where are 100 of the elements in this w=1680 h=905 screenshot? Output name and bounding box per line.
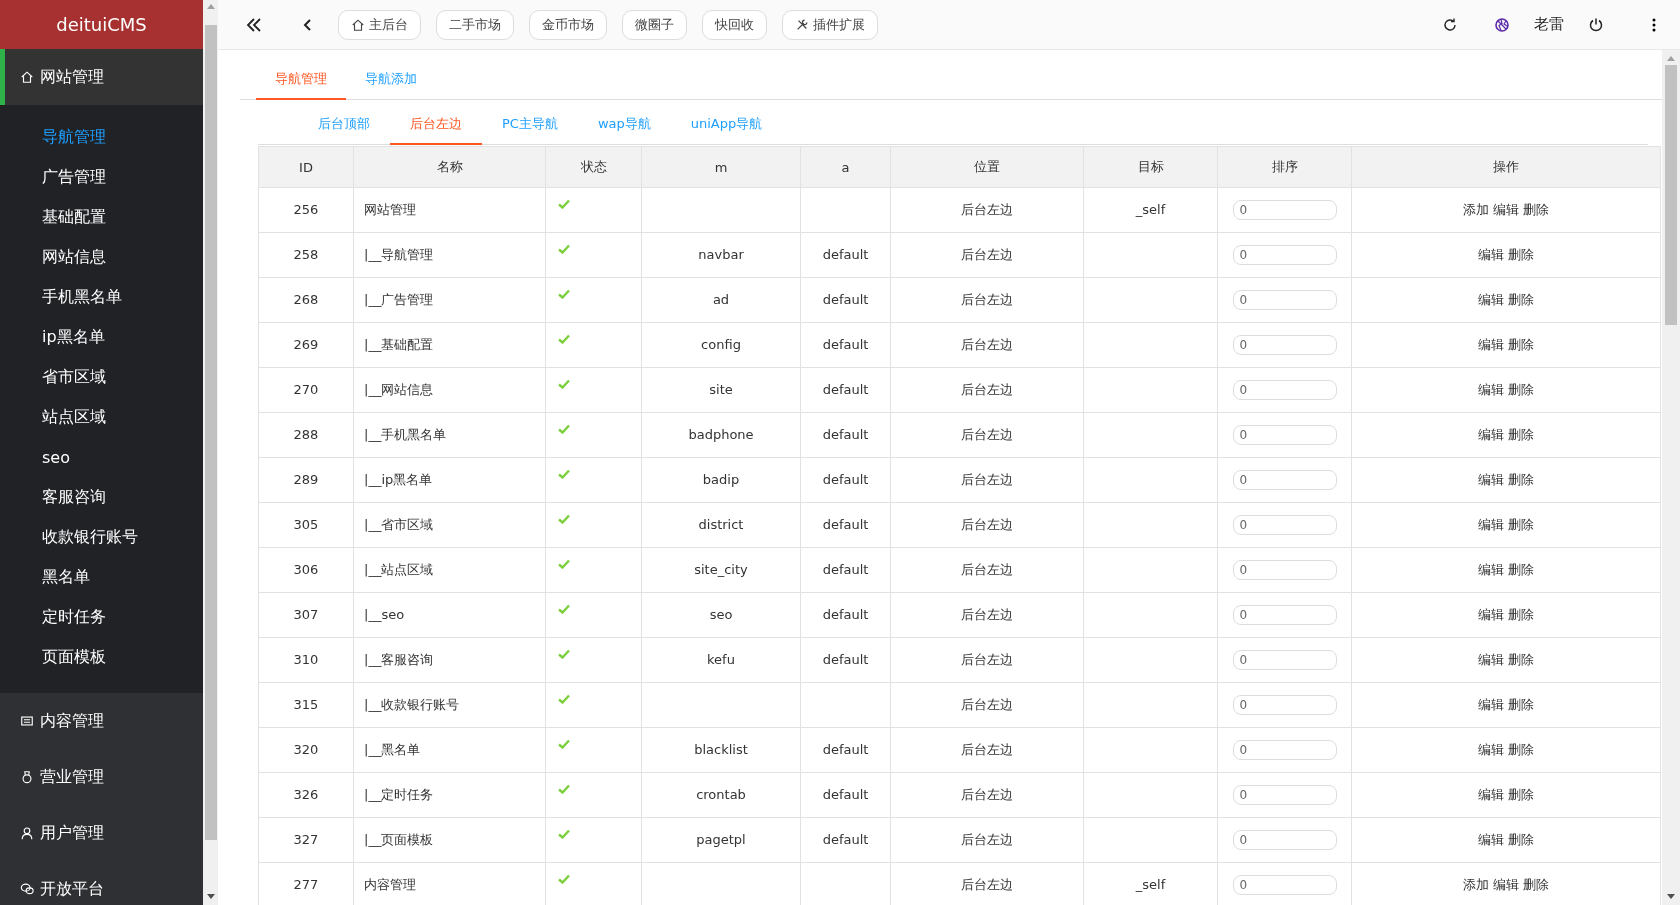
action-link[interactable]: 删除 (1508, 382, 1534, 398)
scrollbar[interactable] (203, 0, 218, 905)
sidebar-item[interactable]: 导航管理 (0, 117, 203, 157)
sort-field[interactable]: 0 (1232, 875, 1337, 895)
table-cell: default (822, 742, 869, 757)
user-name[interactable]: 老雷 (1534, 15, 1564, 34)
shortcut-button[interactable]: 插件扩展 (782, 9, 878, 40)
sort-field[interactable]: 0 (1232, 470, 1337, 490)
table-cell: 后台左边 (961, 697, 1013, 712)
sort-field[interactable]: 0 (1232, 380, 1337, 400)
action-link[interactable]: 删除 (1508, 652, 1534, 668)
sidebar-item[interactable]: 省市区域 (0, 357, 203, 397)
sidebar-item[interactable]: seo (0, 437, 203, 477)
sort-field[interactable]: 0 (1232, 515, 1337, 535)
table-cell: 后台左边 (961, 247, 1013, 262)
action-link[interactable]: 编辑 (1478, 337, 1504, 353)
sidebar-group[interactable]: 用户管理 (0, 805, 203, 861)
sidebar-group[interactable]: 网站管理 (0, 49, 203, 105)
sort-field[interactable]: 0 (1232, 740, 1337, 760)
sidebar-item[interactable]: 定时任务 (0, 597, 203, 637)
shortcut-button[interactable]: 主后台 (338, 9, 421, 40)
table-cell: kefu (707, 652, 735, 667)
action-link[interactable]: 编辑 (1478, 697, 1504, 713)
table-cell: 326 (293, 787, 319, 802)
action-link[interactable]: 删除 (1508, 607, 1534, 623)
table-cell: 后台左边 (961, 337, 1013, 352)
group-label: 开放平台 (40, 878, 104, 900)
sidebar-group[interactable]: 营业管理 (0, 749, 203, 805)
action-link[interactable]: 删除 (1508, 427, 1534, 443)
table-cell: |__黑名单 (364, 742, 421, 757)
action-link[interactable]: 编辑 (1493, 202, 1519, 218)
action-link[interactable]: 编辑 (1478, 472, 1504, 488)
action-link[interactable]: 删除 (1508, 472, 1534, 488)
table-cell: 后台左边 (961, 517, 1013, 532)
column-header: a (800, 146, 891, 188)
action-link[interactable]: 删除 (1508, 787, 1534, 803)
action-link[interactable]: 删除 (1508, 697, 1534, 713)
action-link[interactable]: 添加 (1463, 877, 1489, 893)
action-link[interactable]: 编辑 (1478, 247, 1504, 263)
column-header: m (641, 146, 801, 188)
action-link[interactable]: 删除 (1523, 877, 1549, 893)
sidebar-item[interactable]: 站点区域 (0, 397, 203, 437)
sort-field[interactable]: 0 (1232, 650, 1337, 670)
sort-field[interactable]: 0 (1232, 245, 1337, 265)
group-label: 用户管理 (40, 822, 104, 844)
scrollbar[interactable] (1662, 50, 1680, 905)
action-link[interactable]: 编辑 (1478, 427, 1504, 443)
action-link[interactable]: 删除 (1508, 247, 1534, 263)
sort-field[interactable]: 0 (1232, 560, 1337, 580)
action-link[interactable]: 删除 (1508, 337, 1534, 353)
sort-field[interactable]: 0 (1232, 830, 1337, 850)
action-link[interactable]: 删除 (1523, 202, 1549, 218)
sidebar-group[interactable]: 内容管理 (0, 693, 203, 749)
column-header: 目标 (1083, 146, 1218, 188)
action-link[interactable]: 编辑 (1478, 787, 1504, 803)
table-cell: config (701, 337, 741, 352)
action-link[interactable]: 编辑 (1478, 652, 1504, 668)
action-link[interactable]: 编辑 (1493, 877, 1519, 893)
sort-field[interactable]: 0 (1232, 200, 1337, 220)
table-cell: 288 (293, 427, 319, 442)
sort-field[interactable]: 0 (1232, 290, 1337, 310)
sidebar-item[interactable]: 页面模板 (0, 637, 203, 677)
sidebar-item[interactable]: 收款银行账号 (0, 517, 203, 557)
sidebar-item[interactable]: 基础配置 (0, 197, 203, 237)
action-link[interactable]: 编辑 (1478, 517, 1504, 533)
sort-field[interactable]: 0 (1232, 335, 1337, 355)
shortcut-button[interactable]: 微圈子 (622, 9, 687, 40)
action-link[interactable]: 添加 (1463, 202, 1489, 218)
action-link[interactable]: 删除 (1508, 292, 1534, 308)
sidebar-item[interactable]: 网站信息 (0, 237, 203, 277)
action-link[interactable]: 编辑 (1478, 607, 1504, 623)
sidebar-item[interactable]: 客服咨询 (0, 477, 203, 517)
sort-field[interactable]: 0 (1232, 695, 1337, 715)
action-link[interactable]: 编辑 (1478, 382, 1504, 398)
action-link[interactable]: 编辑 (1478, 742, 1504, 758)
sort-field[interactable]: 0 (1232, 605, 1337, 625)
action-link[interactable]: 删除 (1508, 742, 1534, 758)
shortcut-button[interactable]: 金币市场 (529, 9, 607, 40)
sort-field[interactable]: 0 (1232, 785, 1337, 805)
sort-field[interactable]: 0 (1232, 425, 1337, 445)
sidebar-item[interactable]: 广告管理 (0, 157, 203, 197)
sidebar-item[interactable]: 手机黑名单 (0, 277, 203, 317)
action-link[interactable]: 编辑 (1478, 292, 1504, 308)
action-link[interactable]: 删除 (1508, 562, 1534, 578)
action-link[interactable]: 编辑 (1478, 832, 1504, 848)
table-cell: 269 (293, 337, 319, 352)
sidebar-item[interactable]: 黑名单 (0, 557, 203, 597)
column-header: 操作 (1351, 146, 1661, 188)
table-cell: district (698, 517, 744, 532)
money-bag-icon (20, 770, 34, 784)
sidebar-group[interactable]: 开放平台 (0, 861, 203, 905)
table-cell: ad (712, 292, 730, 307)
action-link[interactable]: 删除 (1508, 517, 1534, 533)
action-link[interactable]: 编辑 (1478, 562, 1504, 578)
shortcut-button[interactable]: 二手市场 (436, 9, 514, 40)
group-label: 营业管理 (40, 766, 104, 788)
sidebar-item[interactable]: ip黑名单 (0, 317, 203, 357)
shortcut-button[interactable]: 快回收 (702, 9, 767, 40)
table-cell: 258 (293, 247, 319, 262)
action-link[interactable]: 删除 (1508, 832, 1534, 848)
